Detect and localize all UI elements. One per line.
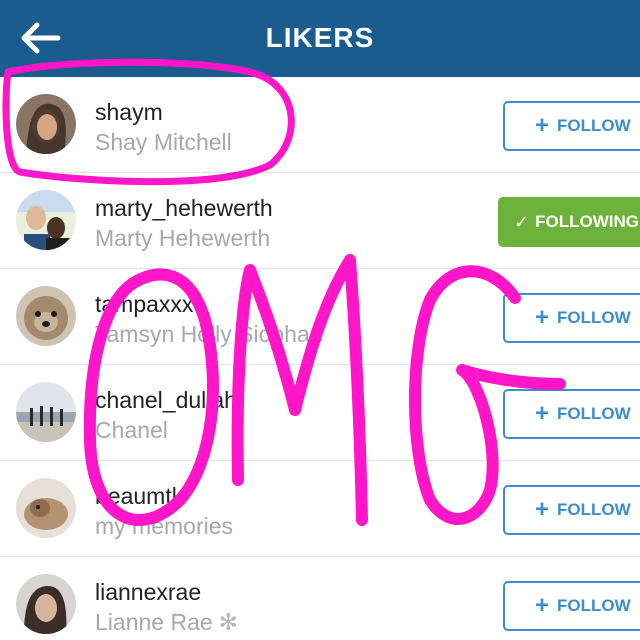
follow-button[interactable]: + FOLLOW <box>503 389 640 439</box>
follow-label: FOLLOW <box>557 500 631 519</box>
follow-button[interactable]: + FOLLOW <box>503 101 640 151</box>
full-name: Lianne Rae ✻ <box>95 609 238 636</box>
list-item[interactable]: beaumtk my memories + FOLLOW <box>0 461 640 557</box>
sparkle-icon: ✻ <box>218 609 238 635</box>
avatar[interactable] <box>16 382 76 442</box>
list-item[interactable]: marty_hehewerth Marty Hehewerth ✓ FOLLOW… <box>0 173 640 269</box>
list-item[interactable]: tampaxxx Tamsyn Holly Siobhan + FOLLOW <box>0 269 640 365</box>
plus-icon: + <box>535 496 550 523</box>
avatar[interactable] <box>16 94 76 154</box>
full-name: Marty Hehewerth <box>95 225 271 251</box>
avatar[interactable] <box>16 574 76 634</box>
plus-icon: + <box>535 304 550 331</box>
username[interactable]: tampaxxx <box>95 291 193 318</box>
full-name-text: Lianne Rae <box>95 609 213 635</box>
following-button[interactable]: ✓ FOLLOWING <box>498 197 640 247</box>
header-bar: LIKERS <box>0 0 640 77</box>
avatar[interactable] <box>16 286 76 346</box>
follow-label: FOLLOW <box>557 116 631 135</box>
full-name: my memories <box>95 513 234 539</box>
plus-icon: + <box>535 112 550 139</box>
avatar[interactable] <box>16 478 76 538</box>
full-name: Chanel <box>95 417 168 443</box>
likers-list: shaym Shay Mitchell + FOLLOW marty_hehew… <box>0 77 640 640</box>
follow-label: FOLLOW <box>557 404 631 423</box>
username[interactable]: liannexrae <box>95 579 201 606</box>
plus-icon: + <box>535 592 550 619</box>
follow-button[interactable]: + FOLLOW <box>503 293 640 343</box>
username[interactable]: beaumtk <box>95 483 183 510</box>
follow-label: FOLLOW <box>557 596 631 615</box>
username[interactable]: marty_hehewerth <box>95 195 273 222</box>
username[interactable]: shaym <box>95 99 163 126</box>
follow-button[interactable]: + FOLLOW <box>503 485 640 535</box>
full-name: Shay Mitchell <box>95 129 232 155</box>
list-item[interactable]: chanel_dullah Chanel + FOLLOW <box>0 365 640 461</box>
follow-button[interactable]: + FOLLOW <box>503 581 640 631</box>
page-title: LIKERS <box>265 22 375 53</box>
following-label: FOLLOWING <box>535 212 639 231</box>
plus-icon: + <box>535 400 550 427</box>
avatar[interactable] <box>16 190 76 250</box>
list-item[interactable]: shaym Shay Mitchell + FOLLOW <box>0 77 640 173</box>
full-name: Tamsyn Holly Siobhan <box>95 321 323 347</box>
list-item[interactable]: liannexrae Lianne Rae ✻ + FOLLOW <box>0 557 640 640</box>
username[interactable]: chanel_dullah <box>95 387 237 414</box>
follow-label: FOLLOW <box>557 308 631 327</box>
check-icon: ✓ <box>514 211 530 232</box>
